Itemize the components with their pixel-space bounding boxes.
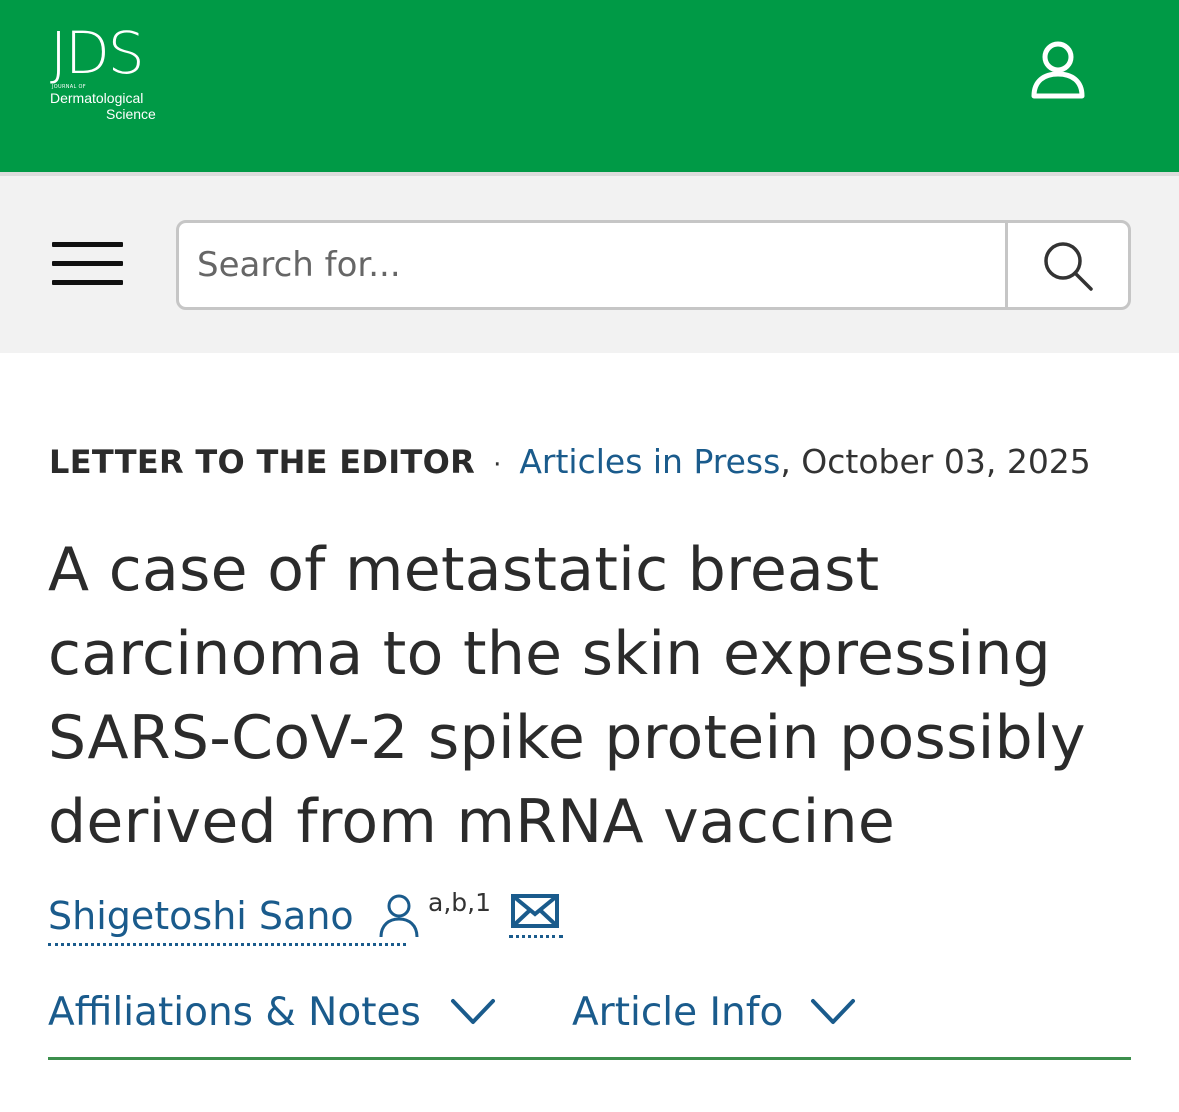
logo-dermatological: Dermatological — [50, 90, 144, 106]
article-meta: LETTER TO THE EDITOR · Articles in Press, … — [49, 440, 1091, 484]
search-icon — [1044, 242, 1093, 291]
hamburger-menu-icon — [52, 242, 123, 247]
article-title: A case of metastatic breast carcinoma to… — [48, 535, 1086, 857]
user-account-button[interactable] — [1026, 38, 1090, 102]
hamburger-menu-line — [52, 261, 123, 266]
search-input[interactable] — [179, 223, 1004, 307]
chevron-down-icon — [811, 999, 855, 1024]
logo-text: JDS — [50, 19, 145, 87]
tab-label: Article Info — [572, 990, 784, 1035]
article-tabs: Affiliations & Notes Article Info — [48, 984, 1131, 1060]
chevron-down-icon — [451, 999, 495, 1024]
tab-affiliations-notes[interactable]: Affiliations & Notes — [48, 984, 500, 1044]
article-type: LETTER TO THE EDITOR — [49, 443, 476, 481]
person-icon — [379, 894, 419, 938]
author-affiliation-marks: a,b,1 — [428, 888, 491, 917]
menu-button[interactable] — [50, 236, 126, 292]
search-toolbar — [0, 172, 1179, 353]
meta-separator: · — [493, 450, 502, 480]
tab-article-info[interactable]: Article Info — [572, 984, 862, 1044]
author-name: Shigetoshi Sano — [48, 894, 354, 938]
site-header: JDS JOURNAL OF Dermatological Science — [0, 0, 1179, 172]
mail-icon — [511, 894, 559, 928]
logo-science: Science — [106, 106, 156, 122]
hamburger-menu-line — [52, 280, 123, 285]
search-button[interactable] — [1005, 223, 1128, 307]
publication-date: , October 03, 2025 — [780, 442, 1091, 481]
journal-logo[interactable]: JDS JOURNAL OF Dermatological Science — [50, 22, 165, 122]
author-email-link[interactable] — [509, 892, 563, 938]
user-account-icon — [1031, 41, 1085, 99]
tab-label: Affiliations & Notes — [48, 990, 421, 1035]
articles-in-press-link[interactable]: Articles in Press — [519, 442, 780, 481]
search-box — [176, 220, 1131, 310]
author-link[interactable]: Shigetoshi Sano — [48, 888, 406, 946]
